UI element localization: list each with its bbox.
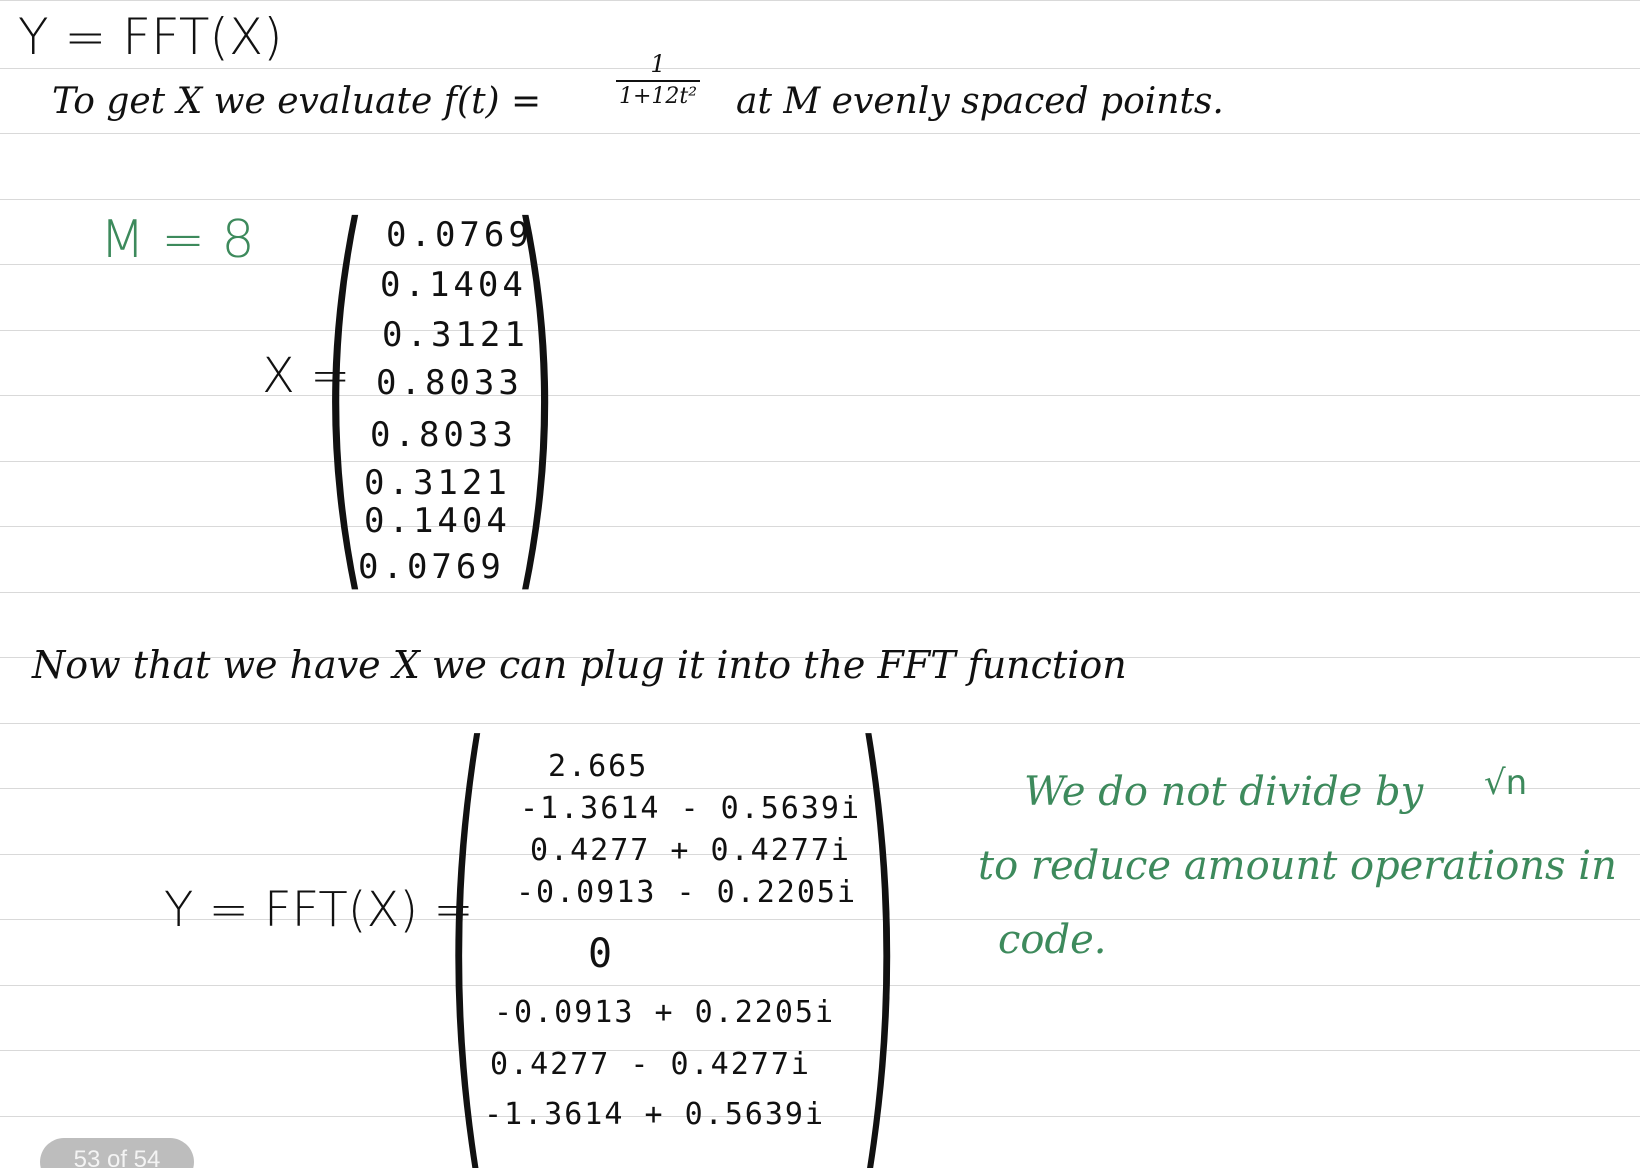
ruled-line (0, 526, 1640, 527)
y-vector-entry: 2.665 (548, 749, 649, 784)
m-label: M = 8 (100, 210, 255, 270)
fraction-bar (616, 80, 700, 82)
ruled-line (0, 592, 1640, 593)
notebook-page: Y = FFT(X) To get X we evaluate f(t) = 1… (0, 0, 1640, 1168)
y-vector-entry: -0.0913 - 0.2205i (516, 875, 858, 910)
y-vector-right-paren: ) (850, 649, 905, 1168)
note-line-3: code. (998, 917, 1107, 963)
x-vector-entry: 0.3121 (364, 463, 511, 503)
x-vector-entry: 0.8033 (370, 415, 517, 455)
sqrt-n-symbol: √n (1484, 763, 1528, 803)
ruled-line (0, 330, 1640, 331)
y-vector-entry: 0 (588, 931, 617, 977)
fraction-denominator: 1+12t² (618, 84, 698, 109)
note-line-1: We do not divide by (1024, 769, 1424, 815)
y-vector-entry: -1.3614 + 0.5639i (484, 1097, 826, 1132)
intro-fraction: 1 1+12t² (616, 52, 700, 108)
x-vector-entry: 0.1404 (380, 265, 527, 305)
ruled-line (0, 461, 1640, 462)
ruled-line (0, 199, 1640, 200)
transition-text: Now that we have X we can plug it into t… (32, 643, 1127, 687)
x-vector-entry: 0.8033 (376, 363, 523, 403)
x-vector-entry: 0.0769 (386, 215, 533, 255)
ruled-line (0, 1050, 1640, 1051)
y-vector-entry: -1.3614 - 0.5639i (520, 791, 862, 826)
page-title: Y = FFT(X) (18, 8, 283, 66)
y-vector-entry: -0.0913 + 0.2205i (494, 995, 836, 1030)
y-vector-entry: 0.4277 - 0.4277i (490, 1047, 811, 1082)
ruled-line (0, 0, 1640, 1)
page-indicator: 53 of 54 (40, 1138, 194, 1168)
ruled-line (0, 133, 1640, 134)
x-vector-entry: 0.1404 (364, 501, 511, 541)
x-vector-entry: 0.3121 (382, 315, 529, 355)
ruled-line (0, 723, 1640, 724)
ruled-line (0, 985, 1640, 986)
note-line-2: to reduce amount operations in (978, 843, 1617, 889)
x-vector-entry: 0.0769 (358, 547, 505, 587)
ruled-line (0, 68, 1640, 69)
y-vector-label: Y = FFT(X) = (164, 882, 474, 938)
intro-text-prefix: To get X we evaluate f(t) = (52, 81, 542, 122)
fraction-numerator: 1 (650, 50, 666, 78)
intro-text-suffix: at M evenly spaced points. (736, 81, 1224, 122)
y-vector-entry: 0.4277 + 0.4277i (530, 833, 851, 868)
ruled-line (0, 395, 1640, 396)
